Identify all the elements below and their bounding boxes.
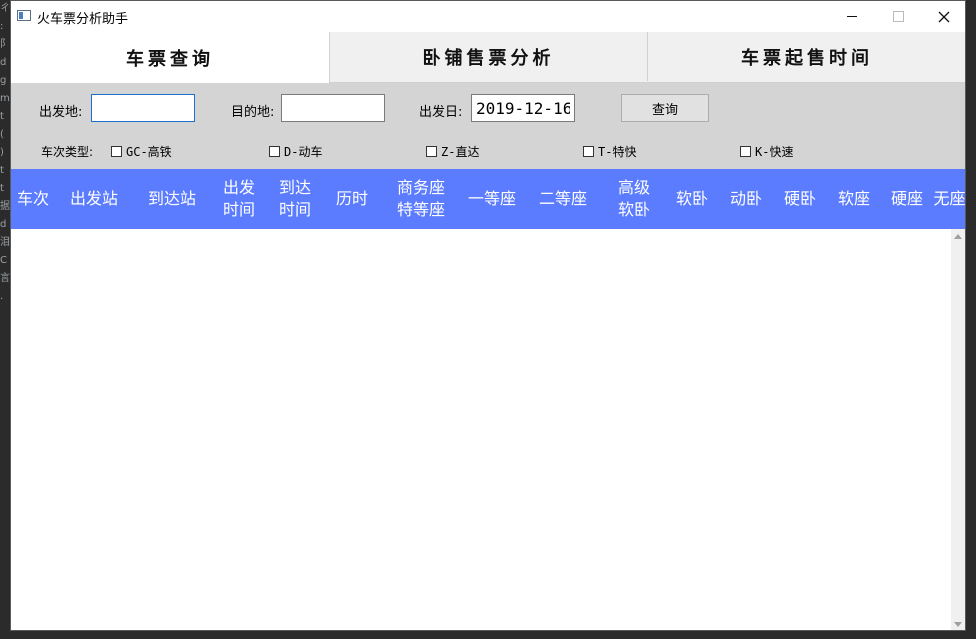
checkbox-d[interactable]: D-动车 — [269, 143, 322, 160]
filter-panel: 出发地: 目的地: 出发日: 查询 车次类型: GC-高铁 D-动车 Z-直达 … — [11, 83, 965, 169]
column-header-label: 软卧 — [676, 188, 708, 210]
column-header-label: 无座 — [933, 188, 965, 210]
column-header-line2: 时间 — [222, 200, 255, 219]
column-header-line2: 软卧 — [617, 200, 650, 219]
column-header[interactable]: 二等座 — [523, 169, 603, 229]
from-label: 出发地: — [39, 105, 83, 120]
column-header-label: 硬座 — [891, 188, 923, 210]
column-header-label: 车次 — [17, 188, 49, 210]
column-header-line1: 车次 — [16, 189, 49, 208]
column-header-label: 到达站 — [148, 188, 196, 210]
column-header-line1: 高级 — [617, 178, 650, 197]
results-table-body[interactable] — [11, 229, 951, 630]
column-header[interactable]: 硬座 — [881, 169, 933, 229]
column-header-label: 软座 — [838, 188, 870, 210]
column-header-line2: 特等座 — [396, 200, 445, 219]
column-header[interactable]: 硬卧 — [773, 169, 827, 229]
vertical-scrollbar[interactable] — [951, 229, 965, 630]
from-input[interactable] — [91, 94, 195, 122]
window-title: 火车票分析助手 — [37, 12, 129, 27]
checkbox-z[interactable]: Z-直达 — [426, 143, 479, 160]
to-label: 目的地: — [231, 105, 275, 120]
minimize-button[interactable] — [829, 1, 875, 32]
checkbox-label: T-特快 — [598, 145, 637, 159]
minimize-icon — [847, 16, 857, 17]
close-icon — [938, 11, 950, 22]
checkbox-t[interactable]: T-特快 — [583, 143, 636, 160]
checkbox-k[interactable]: K-快速 — [740, 143, 793, 160]
column-header-label: 到达 时间 — [279, 177, 311, 221]
maximize-icon — [892, 11, 904, 22]
column-header-line1: 硬卧 — [783, 189, 816, 208]
checkbox-icon — [269, 146, 280, 157]
column-header-line2: 时间 — [278, 200, 311, 219]
tab-sleeper-analysis[interactable]: 卧铺售票分析 — [330, 32, 648, 81]
column-header-line1: 到达 — [278, 178, 311, 197]
column-header-line1: 一等座 — [467, 189, 516, 208]
column-header-label: 一等座 — [468, 188, 516, 210]
checkbox-label: D-动车 — [284, 145, 323, 159]
app-window-icon — [17, 10, 31, 21]
scroll-up-icon[interactable] — [954, 234, 962, 239]
column-header-label: 高级 软卧 — [618, 177, 650, 221]
column-header[interactable]: 出发站 — [55, 169, 133, 229]
column-header[interactable]: 一等座 — [461, 169, 523, 229]
column-header-label: 动卧 — [730, 188, 762, 210]
column-header[interactable]: 高级 软卧 — [603, 169, 665, 229]
column-header[interactable]: 到达 时间 — [267, 169, 323, 229]
date-label: 出发日: — [419, 105, 463, 120]
column-header-line1: 出发 — [222, 178, 255, 197]
close-button[interactable] — [921, 1, 965, 32]
column-header[interactable]: 出发 时间 — [211, 169, 267, 229]
checkbox-icon — [740, 146, 751, 157]
checkbox-gc[interactable]: GC-高铁 — [111, 143, 172, 160]
column-header-line1: 软卧 — [675, 189, 708, 208]
column-header-line1: 到达站 — [147, 189, 196, 208]
background-terminal-text: ㄔ: 阝 d g m t() t t 据 d 泪 C 言. — [0, 3, 10, 302]
maximize-button[interactable] — [875, 1, 921, 32]
tab-bar: 车票查询 卧铺售票分析 车票起售时间 — [11, 32, 965, 83]
column-header-line1: 无座 — [933, 189, 966, 208]
column-header-label: 历时 — [336, 188, 368, 210]
query-button[interactable]: 查询 — [621, 94, 709, 122]
column-header[interactable]: 动卧 — [719, 169, 773, 229]
checkbox-icon — [426, 146, 437, 157]
column-header[interactable]: 到达站 — [133, 169, 211, 229]
column-header[interactable]: 无座 — [933, 169, 965, 229]
to-input[interactable] — [281, 94, 385, 122]
date-input[interactable] — [471, 94, 575, 122]
column-header[interactable]: 软座 — [827, 169, 881, 229]
checkbox-label: GC-高铁 — [126, 145, 172, 159]
column-header-line1: 商务座 — [396, 178, 445, 197]
title-bar[interactable]: 火车票分析助手 — [11, 1, 965, 32]
column-header-line1: 二等座 — [538, 189, 587, 208]
tab-sale-start-time[interactable]: 车票起售时间 — [648, 32, 965, 81]
column-header-line1: 历时 — [335, 189, 368, 208]
checkbox-label: Z-直达 — [441, 145, 480, 159]
column-header-label: 出发站 — [70, 188, 118, 210]
column-header-line1: 软座 — [837, 189, 870, 208]
column-header-line1: 出发站 — [69, 189, 118, 208]
column-header-label: 出发 时间 — [223, 177, 255, 221]
app-window: 火车票分析助手 车票查询 卧铺售票分析 车票起售时间 出发地: 目的地: 出发日… — [10, 0, 966, 631]
column-header[interactable]: 软卧 — [665, 169, 719, 229]
column-header-label: 二等座 — [539, 188, 587, 210]
column-header-line1: 动卧 — [729, 189, 762, 208]
checkbox-label: K-快速 — [755, 145, 794, 159]
column-header[interactable]: 商务座 特等座 — [381, 169, 461, 229]
tab-ticket-query[interactable]: 车票查询 — [11, 32, 330, 83]
train-type-label: 车次类型: — [41, 145, 94, 159]
column-header-label: 商务座 特等座 — [397, 177, 445, 221]
column-header-line1: 硬座 — [890, 189, 923, 208]
column-header[interactable]: 历时 — [323, 169, 381, 229]
checkbox-icon — [111, 146, 122, 157]
column-header[interactable]: 车次 — [11, 169, 55, 229]
scroll-down-icon[interactable] — [954, 622, 962, 627]
table-header: 车次 出发站 到达站 出发 时间 到达 时间 历时 商务座 特等座 一等座 二等座 高级 软卧 软卧 动卧 硬卧… — [11, 169, 965, 229]
column-header-label: 硬卧 — [784, 188, 816, 210]
checkbox-icon — [583, 146, 594, 157]
